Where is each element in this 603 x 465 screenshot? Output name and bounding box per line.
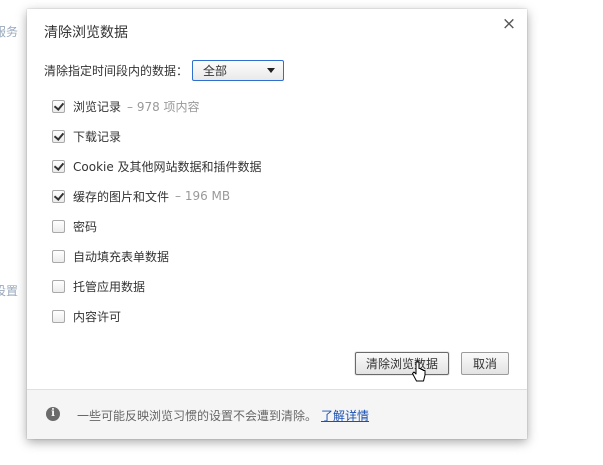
time-range-row: 清除指定时间段内的数据： 全部 — [44, 58, 285, 82]
footer-note: 一些可能反映浏览习惯的设置不会遭到清除。 了解详情 — [77, 407, 369, 424]
option-label: 托管应用数据 — [73, 279, 146, 294]
option-content-licenses[interactable]: 内容许可 — [52, 301, 262, 331]
checkbox[interactable] — [52, 309, 65, 323]
clear-browsing-data-button[interactable]: 清除浏览数据 — [355, 352, 449, 375]
footer-note-text: 一些可能反映浏览习惯的设置不会遭到清除。 — [77, 409, 318, 423]
dialog-title: 清除浏览数据 — [44, 25, 128, 41]
option-cache[interactable]: 缓存的图片和文件 – 196 MB — [52, 181, 262, 211]
option-autofill[interactable]: 自动填充表单数据 — [52, 241, 262, 271]
checkbox[interactable] — [52, 189, 65, 203]
checkbox[interactable] — [52, 99, 65, 113]
option-passwords[interactable]: 密码 — [52, 211, 262, 241]
checkbox[interactable] — [52, 159, 65, 173]
checkbox[interactable] — [52, 279, 65, 293]
learn-more-link[interactable]: 了解详情 — [321, 409, 369, 423]
option-label: 密码 — [73, 219, 98, 234]
option-label: 缓存的图片和文件 — [73, 189, 170, 204]
info-icon: i — [46, 407, 60, 421]
checkbox[interactable] — [52, 219, 65, 233]
background-partial-text: 服务 — [0, 25, 19, 39]
time-range-selected-value: 全部 — [203, 63, 228, 78]
option-hosted-app-data[interactable]: 托管应用数据 — [52, 271, 262, 301]
background-partial-link[interactable]: 设置 — [0, 282, 18, 299]
data-type-options: 浏览记录 – 978 项内容 下载记录 Cookie 及其他网站数据和插件数据 … — [52, 91, 262, 331]
option-download-history[interactable]: 下载记录 — [52, 121, 262, 151]
option-browsing-history[interactable]: 浏览记录 – 978 项内容 — [52, 91, 262, 121]
dialog-footer: i 一些可能反映浏览习惯的设置不会遭到清除。 了解详情 — [27, 389, 527, 439]
option-detail: – 978 项内容 — [127, 99, 200, 114]
option-label: 下载记录 — [73, 129, 122, 144]
option-label: 浏览记录 — [73, 99, 122, 114]
option-label: Cookie 及其他网站数据和插件数据 — [73, 159, 262, 174]
option-label: 内容许可 — [73, 309, 122, 324]
chevron-down-icon — [267, 67, 276, 73]
checkbox[interactable] — [52, 129, 65, 143]
cancel-button[interactable]: 取消 — [461, 352, 509, 375]
option-label: 自动填充表单数据 — [73, 249, 170, 264]
clear-browsing-data-dialog: 清除浏览数据 × 清除指定时间段内的数据： 全部 浏览记录 – 978 项内容 … — [27, 9, 527, 439]
close-icon[interactable]: × — [499, 14, 519, 34]
time-range-label: 清除指定时间段内的数据： — [44, 63, 189, 78]
option-detail: – 196 MB — [175, 189, 231, 203]
time-range-select[interactable]: 全部 — [192, 59, 285, 81]
checkbox[interactable] — [52, 249, 65, 263]
option-cookies[interactable]: Cookie 及其他网站数据和插件数据 — [52, 151, 262, 181]
